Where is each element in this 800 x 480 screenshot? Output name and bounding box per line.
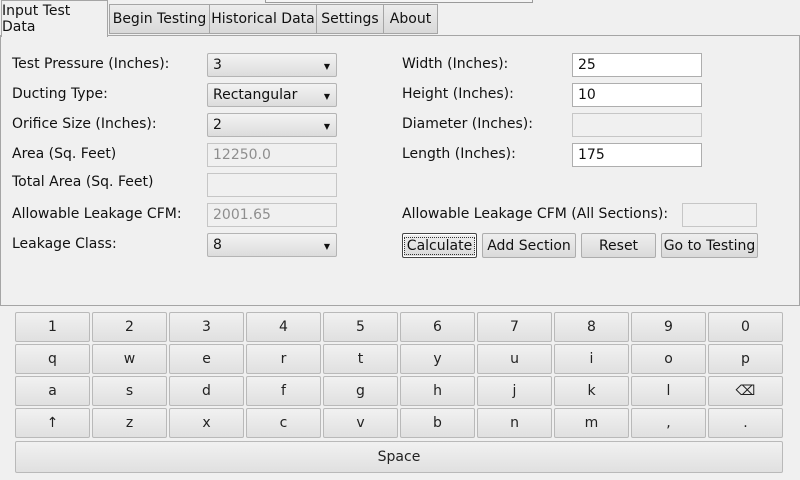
key-i[interactable]: i xyxy=(554,344,629,374)
calculate-label: Calculate xyxy=(403,236,476,255)
key-9[interactable]: 9 xyxy=(631,312,706,342)
chevron-down-icon: ▼ xyxy=(323,92,330,101)
tab-historical-data[interactable]: Historical Data xyxy=(209,4,317,34)
backspace-icon[interactable]: ⌫ xyxy=(708,376,783,406)
key-o[interactable]: o xyxy=(631,344,706,374)
length-field[interactable]: 175 xyxy=(572,143,702,167)
key-a[interactable]: a xyxy=(15,376,90,406)
key-z[interactable]: z xyxy=(92,408,167,438)
key-2[interactable]: 2 xyxy=(92,312,167,342)
tab-begin-testing[interactable]: Begin Testing xyxy=(109,4,210,34)
key-d[interactable]: d xyxy=(169,376,244,406)
test-pressure-value: 3 xyxy=(213,57,222,73)
width-label: Width (Inches): xyxy=(402,56,509,72)
key-l[interactable]: l xyxy=(631,376,706,406)
area-field[interactable]: 12250.0 xyxy=(207,143,337,167)
test-pressure-label: Test Pressure (Inches): xyxy=(12,56,170,72)
key-e[interactable]: e xyxy=(169,344,244,374)
key-8[interactable]: 8 xyxy=(554,312,629,342)
key-7[interactable]: 7 xyxy=(477,312,552,342)
tab-about[interactable]: About xyxy=(383,4,438,34)
reset-label: Reset xyxy=(598,237,639,254)
key-s[interactable]: s xyxy=(92,376,167,406)
key-v[interactable]: v xyxy=(323,408,398,438)
allowable-leakage-label: Allowable Leakage CFM: xyxy=(12,206,182,222)
key-j[interactable]: j xyxy=(477,376,552,406)
key-x[interactable]: x xyxy=(169,408,244,438)
chevron-down-icon: ▼ xyxy=(323,122,330,131)
width-field[interactable]: 25 xyxy=(572,53,702,77)
tab-settings[interactable]: Settings xyxy=(316,4,384,34)
add-section-label: Add Section xyxy=(487,237,571,254)
tab-label: About xyxy=(389,11,432,27)
tab-label: Historical Data xyxy=(211,11,315,27)
area-label: Area (Sq. Feet) xyxy=(12,146,117,162)
diameter-field[interactable] xyxy=(572,113,702,137)
key-h[interactable]: h xyxy=(400,376,475,406)
key-4[interactable]: 4 xyxy=(246,312,321,342)
key-comma[interactable]: , xyxy=(631,408,706,438)
key-3[interactable]: 3 xyxy=(169,312,244,342)
calculate-button[interactable]: Calculate xyxy=(402,233,477,258)
key-1[interactable]: 1 xyxy=(15,312,90,342)
orifice-size-value: 2 xyxy=(213,117,222,133)
orifice-size-label: Orifice Size (Inches): xyxy=(12,116,157,132)
go-to-testing-button[interactable]: Go to Testing xyxy=(661,233,758,258)
tab-label: Settings xyxy=(321,11,379,27)
key-w[interactable]: w xyxy=(92,344,167,374)
total-area-field[interactable] xyxy=(207,173,337,197)
total-area-label: Total Area (Sq. Feet) xyxy=(12,174,154,190)
key-q[interactable]: q xyxy=(15,344,90,374)
key-0[interactable]: 0 xyxy=(708,312,783,342)
orifice-size-select[interactable]: 2 ▼ xyxy=(207,113,337,137)
space-key[interactable]: Space xyxy=(15,441,783,473)
tab-label: Begin Testing xyxy=(112,11,207,27)
key-6[interactable]: 6 xyxy=(400,312,475,342)
key-b[interactable]: b xyxy=(400,408,475,438)
key-m[interactable]: m xyxy=(554,408,629,438)
key-u[interactable]: u xyxy=(477,344,552,374)
allowable-leakage-field[interactable]: 2001.65 xyxy=(207,203,337,227)
add-section-button[interactable]: Add Section xyxy=(482,233,576,258)
leakage-class-label: Leakage Class: xyxy=(12,236,117,252)
key-period[interactable]: . xyxy=(708,408,783,438)
tab-label: Input Test Data xyxy=(2,3,71,35)
key-t[interactable]: t xyxy=(323,344,398,374)
leakage-class-value: 8 xyxy=(213,237,222,253)
allowable-all-sections-field[interactable] xyxy=(682,203,757,227)
key-y[interactable]: y xyxy=(400,344,475,374)
ducting-type-select[interactable]: Rectangular ▼ xyxy=(207,83,337,107)
test-pressure-select[interactable]: 3 ▼ xyxy=(207,53,337,77)
key-p[interactable]: p xyxy=(708,344,783,374)
key-n[interactable]: n xyxy=(477,408,552,438)
diameter-label: Diameter (Inches): xyxy=(402,116,533,132)
key-g[interactable]: g xyxy=(323,376,398,406)
allowable-all-sections-label: Allowable Leakage CFM (All Sections): xyxy=(402,206,669,222)
height-field[interactable]: 10 xyxy=(572,83,702,107)
length-label: Length (Inches): xyxy=(402,146,516,162)
reset-button[interactable]: Reset xyxy=(581,233,656,258)
go-to-testing-label: Go to Testing xyxy=(663,237,756,254)
key-r[interactable]: r xyxy=(246,344,321,374)
height-label: Height (Inches): xyxy=(402,86,514,102)
key-f[interactable]: f xyxy=(246,376,321,406)
chevron-down-icon: ▼ xyxy=(323,242,330,251)
ducting-type-value: Rectangular xyxy=(213,87,298,103)
shift-icon[interactable]: ↑ xyxy=(15,408,90,438)
ducting-type-label: Ducting Type: xyxy=(12,86,108,102)
key-k[interactable]: k xyxy=(554,376,629,406)
leakage-class-select[interactable]: 8 ▼ xyxy=(207,233,337,257)
chevron-down-icon: ▼ xyxy=(323,62,330,71)
tab-bar: Input Test Data Begin Testing Historical… xyxy=(0,0,800,37)
key-c[interactable]: c xyxy=(246,408,321,438)
tab-input-test-data[interactable]: Input Test Data xyxy=(1,0,108,37)
key-5[interactable]: 5 xyxy=(323,312,398,342)
